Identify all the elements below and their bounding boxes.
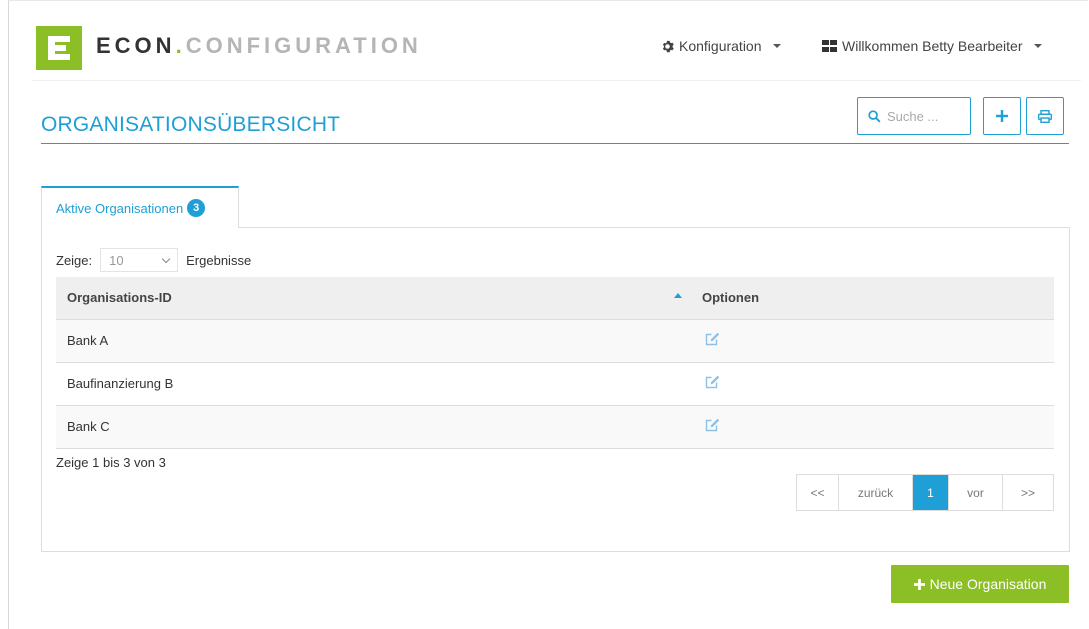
edit-icon[interactable] — [705, 332, 720, 346]
sort-ascending-icon — [674, 293, 682, 299]
options-cell — [692, 319, 1054, 363]
organization-id-cell: Bank A — [56, 319, 692, 363]
title-underline — [41, 143, 1069, 144]
plus-icon — [913, 578, 925, 590]
table-row: Baufinanzierung B — [56, 362, 1054, 406]
chevron-down-icon — [161, 254, 171, 263]
new-organization-label: Neue Organisation — [929, 576, 1047, 592]
configuration-menu[interactable]: Konfiguration — [661, 38, 781, 54]
column-header-label: Organisations-ID — [67, 290, 172, 306]
search-icon — [868, 109, 881, 123]
search-input[interactable] — [887, 108, 965, 124]
user-menu-label: Willkommen Betty Bearbeiter — [842, 38, 1023, 54]
options-cell — [692, 362, 1054, 406]
edit-icon[interactable] — [705, 418, 720, 432]
table-row: Bank A — [56, 319, 1054, 363]
plus-icon — [996, 110, 1008, 122]
organizations-table: Organisations-ID Optionen Bank A Baufina… — [56, 277, 1054, 449]
new-organization-button[interactable]: Neue Organisation — [891, 565, 1069, 603]
first-page-button[interactable]: << — [797, 475, 839, 510]
page-1-button[interactable]: 1 — [913, 475, 949, 510]
caret-down-icon — [772, 44, 781, 48]
page-length-select[interactable]: 10 — [100, 248, 179, 272]
gear-icon — [662, 40, 674, 52]
organization-id-cell: Baufinanzierung B — [56, 362, 692, 406]
print-button[interactable] — [1026, 97, 1064, 135]
brand-name: ECON.CONFIGURATION — [96, 33, 422, 58]
table-info: Zeige 1 bis 3 von 3 — [56, 455, 166, 470]
table-row: Bank C — [56, 405, 1054, 449]
page-title: ORGANISATIONSÜBERSICHT — [41, 113, 341, 136]
last-page-button[interactable]: >> — [1003, 475, 1053, 510]
length-prefix: Zeige: — [56, 252, 93, 268]
logo-e-icon — [48, 36, 70, 60]
user-menu[interactable]: Willkommen Betty Bearbeiter — [822, 38, 1042, 54]
table-header-row: Organisations-ID Optionen — [56, 277, 1054, 320]
logo[interactable] — [36, 26, 82, 70]
pagination: << zurück 1 vor >> — [796, 474, 1054, 511]
tab-active-organizations[interactable]: Aktive Organisationen 3 — [41, 186, 239, 228]
printer-icon — [1038, 109, 1052, 123]
add-button[interactable] — [983, 97, 1021, 135]
page-length-value: 10 — [109, 252, 124, 268]
edit-icon[interactable] — [705, 375, 720, 389]
header-divider — [32, 80, 1081, 81]
column-header-organization-id[interactable]: Organisations-ID — [56, 277, 692, 320]
organization-id-cell: Bank C — [56, 405, 692, 449]
caret-down-icon — [1033, 44, 1042, 48]
options-cell — [692, 405, 1054, 449]
count-badge: 3 — [187, 199, 206, 217]
tab-label: Aktive Organisationen — [56, 200, 184, 216]
configuration-menu-label: Konfiguration — [679, 38, 762, 54]
next-page-button[interactable]: vor — [949, 475, 1003, 510]
search-box[interactable] — [857, 97, 971, 135]
previous-page-button[interactable]: zurück — [839, 475, 913, 510]
column-header-options: Optionen — [692, 277, 1054, 320]
length-suffix: Ergebnisse — [186, 252, 252, 268]
grid-icon — [822, 40, 837, 52]
page-length-control: Zeige: 10 Ergebnisse — [56, 248, 251, 272]
